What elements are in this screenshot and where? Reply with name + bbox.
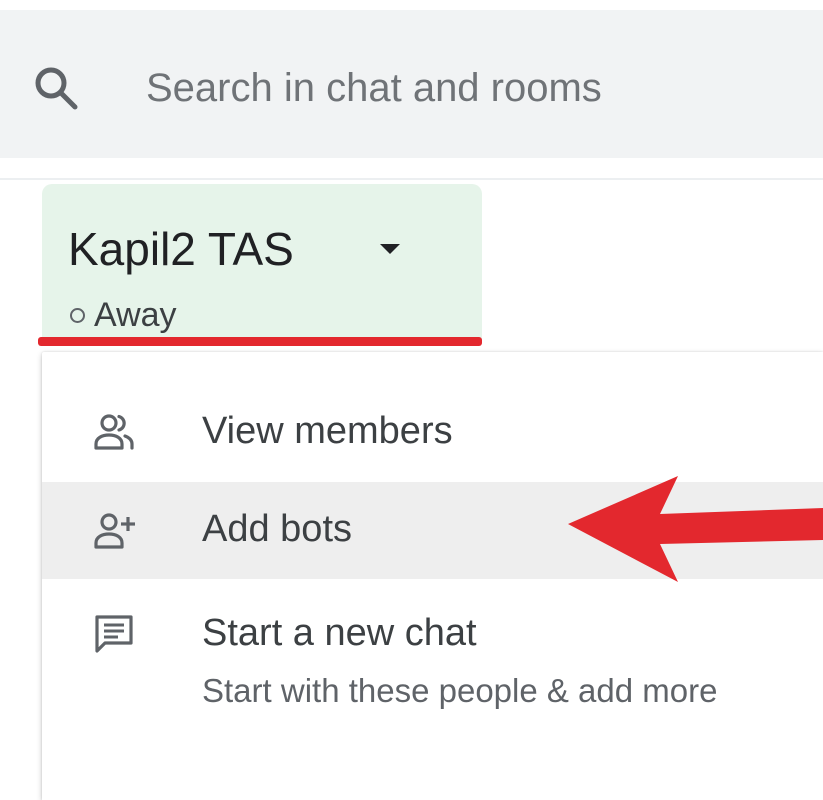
menu-item-description: Start with these people & add more: [202, 672, 718, 709]
menu-item-label: View members: [202, 410, 453, 452]
search-icon[interactable]: [28, 60, 84, 116]
status-text: Away: [94, 296, 177, 334]
person-add-icon: [94, 513, 135, 549]
top-strip: [0, 0, 823, 10]
status-dot-icon: [70, 308, 85, 323]
menu-item-label: Start a new chat: [202, 612, 477, 654]
menu-item-start-new-chat[interactable]: Start a new chat Start with these people…: [42, 584, 823, 800]
annotation-arrow: [568, 476, 823, 582]
people-icon: [94, 414, 134, 450]
room-title[interactable]: Kapil2 TAS: [68, 222, 294, 276]
presence-status: Away: [70, 296, 177, 335]
search-input[interactable]: Search in chat and rooms: [146, 66, 602, 111]
menu-item-label: Add bots: [202, 508, 352, 550]
annotation-underline: [38, 337, 482, 346]
search-bar[interactable]: Search in chat and rooms: [0, 10, 823, 158]
menu-item-view-members[interactable]: View members: [42, 384, 823, 480]
chat-icon: [95, 615, 133, 653]
chevron-down-icon[interactable]: [380, 244, 400, 254]
divider: [0, 178, 823, 180]
room-header[interactable]: Kapil2 TAS Away: [42, 184, 482, 340]
